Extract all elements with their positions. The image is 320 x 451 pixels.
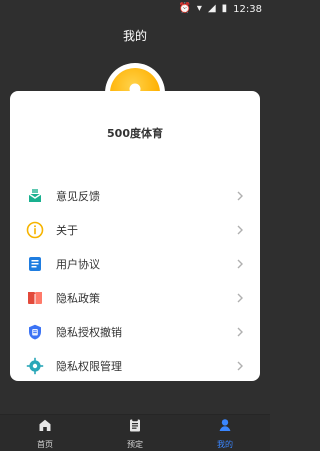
menu-label: 隐私权限管理: [56, 360, 122, 373]
chevron-right-icon: [234, 360, 246, 372]
user-icon: [217, 417, 233, 437]
chevron-right-icon: [234, 224, 246, 236]
feedback-icon: [24, 185, 46, 207]
gear-icon: [24, 355, 46, 377]
wifi-icon: ▾: [196, 3, 202, 14]
nav-home[interactable]: 首页: [0, 415, 90, 451]
info-icon: [24, 219, 46, 241]
battery-icon: ▮: [221, 3, 228, 14]
menu-item-privacy-permissions[interactable]: 隐私权限管理: [10, 349, 260, 383]
menu-item-privacy-revoke[interactable]: 隐私授权撤销: [10, 315, 260, 349]
alarm-icon: ⏰: [178, 3, 191, 14]
nav-booking[interactable]: 预定: [90, 415, 180, 451]
menu-item-about[interactable]: 关于: [10, 213, 260, 247]
nav-label: 首页: [37, 439, 53, 449]
book-icon: [24, 287, 46, 309]
menu-item-user-agreement[interactable]: 用户协议: [10, 247, 260, 281]
chevron-right-icon: [234, 326, 246, 338]
home-icon: [37, 417, 53, 437]
menu-label: 隐私政策: [56, 292, 100, 305]
page-title: 我的: [122, 29, 147, 43]
menu-label: 关于: [56, 224, 78, 237]
nav-label: 我的: [217, 439, 233, 449]
chevron-right-icon: [234, 258, 246, 270]
status-time: 12:38: [233, 3, 262, 15]
username: 500度体育: [107, 127, 163, 140]
document-icon: [24, 253, 46, 275]
nav-profile[interactable]: 我的: [180, 415, 270, 451]
menu-label: 用户协议: [56, 258, 100, 271]
signal-icon: ◢: [207, 3, 216, 14]
status-bar: ⏰ ▾ ◢ ▮ 12:38: [0, 0, 270, 18]
settings-menu: 意见反馈 关于 用户协议 隐私政策 隐私授权撤销 隐私权限管理: [10, 179, 260, 383]
nav-label: 预定: [127, 439, 143, 449]
chevron-right-icon: [234, 190, 246, 202]
menu-label: 意见反馈: [56, 190, 100, 203]
bottom-nav: 首页 预定 我的: [0, 414, 270, 451]
menu-item-feedback[interactable]: 意见反馈: [10, 179, 260, 213]
menu-label: 隐私授权撤销: [56, 326, 122, 339]
clipboard-icon: [127, 417, 143, 437]
shield-icon: [24, 321, 46, 343]
chevron-right-icon: [234, 292, 246, 304]
menu-item-privacy-policy[interactable]: 隐私政策: [10, 281, 260, 315]
